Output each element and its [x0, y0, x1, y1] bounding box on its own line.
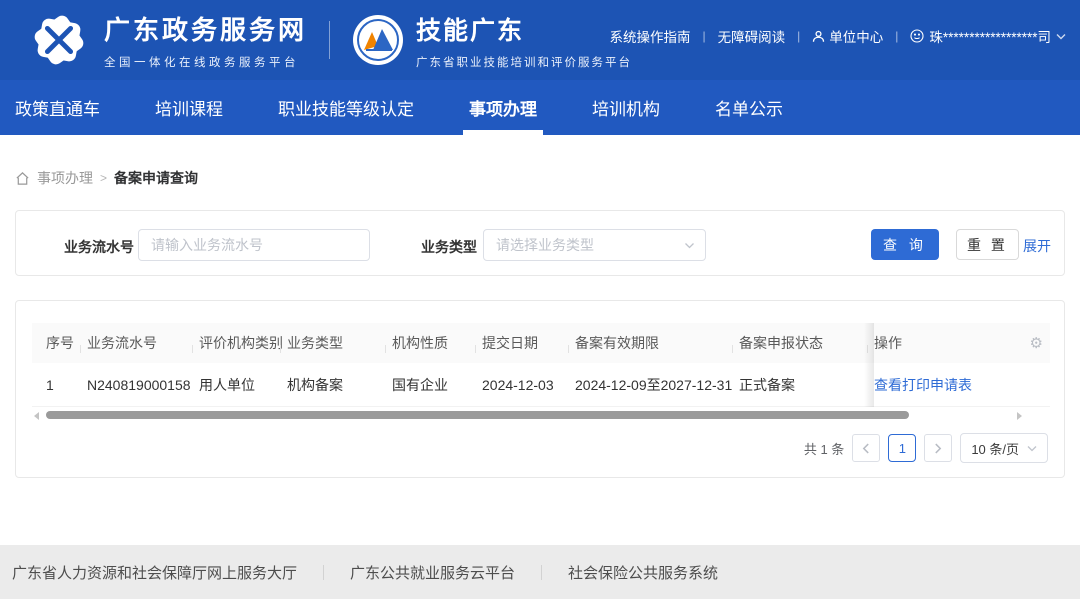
chevron-left-icon [862, 443, 870, 454]
cell-index: 1 [32, 377, 87, 393]
nav-item-label: 名单公示 [715, 95, 783, 120]
horizontal-scrollbar [32, 410, 1050, 420]
col-header-index: 序号 [32, 333, 87, 353]
cell-org-nature: 国有企业 [392, 375, 482, 395]
col-header-org-nature: 机构性质 [392, 333, 482, 353]
query-button[interactable]: 查 询 [871, 229, 939, 260]
platform-badge-logo [352, 14, 404, 66]
footer: 广东省人力资源和社会保障厅网上服务大厅 广东公共就业服务云平台 社会保险公共服务… [0, 545, 1080, 599]
col-header-submit-date: 提交日期 [482, 333, 575, 353]
col-header-business-type: 业务类型 [287, 333, 392, 353]
nav-item-policy[interactable]: 政策直通车 [15, 80, 100, 135]
footer-link-employment-cloud[interactable]: 广东公共就业服务云平台 [350, 562, 515, 583]
header-link-divider: | [703, 29, 706, 43]
pagination-total: 共 1 条 [804, 439, 844, 458]
pagination: 共 1 条 1 10 条/页 [804, 433, 1048, 463]
breadcrumb: 事项办理 > 备案申请查询 [15, 168, 198, 188]
col-header-validity: 备案有效期限 [575, 333, 739, 353]
breadcrumb-current: 备案申请查询 [114, 168, 198, 188]
unit-center-link[interactable]: 单位中心 [812, 26, 883, 46]
user-menu[interactable]: 珠******************司 [910, 26, 1066, 46]
chevron-right-icon [934, 443, 942, 454]
table-header-row: 序号 业务流水号 评价机构类别 业务类型 机构性质 提交日期 备案有效期限 备案… [32, 323, 1050, 363]
logo-divider [329, 21, 330, 59]
page-size-value: 10 条/页 [971, 439, 1019, 458]
platform-title: 技能广东 [416, 11, 632, 47]
home-icon [15, 171, 30, 186]
view-print-application-link[interactable]: 查看打印申请表 [874, 375, 972, 395]
breadcrumb-section[interactable]: 事项办理 [37, 168, 93, 188]
serial-number-input[interactable] [138, 229, 370, 261]
table-row: 1 N240819000158 用人单位 机构备案 国有企业 2024-12-0… [32, 363, 1050, 407]
cell-serial: N240819000158 [87, 377, 199, 393]
chevron-down-icon [1056, 33, 1066, 40]
chevron-down-icon [1027, 445, 1037, 452]
column-settings-gear-icon[interactable]: ⚙ [1030, 334, 1043, 352]
platform-subtitle: 广东省职业技能培训和评价服务平台 [416, 54, 632, 70]
cell-status: 正式备案 [739, 375, 874, 395]
cell-org-category: 用人单位 [199, 375, 287, 395]
business-type-label: 业务类型 [421, 237, 477, 257]
next-page-button[interactable] [924, 434, 952, 462]
nav-item-public-list[interactable]: 名单公示 [715, 80, 783, 135]
user-name: 珠******************司 [929, 26, 1051, 46]
header-link-divider: | [797, 29, 800, 43]
system-guide-link[interactable]: 系统操作指南 [610, 26, 691, 46]
page: 广东政务服务网 全国一体化在线政务服务平台 技能广东 广东省职业技能培训和评价服… [0, 0, 1080, 599]
search-panel: 业务流水号 业务类型 请选择业务类型 查 询 重 置 展开 [15, 210, 1065, 276]
cell-business-type: 机构备案 [287, 375, 392, 395]
footer-divider [541, 565, 542, 580]
cell-validity: 2024-12-09至2027-12-31 [575, 375, 739, 395]
serial-number-label: 业务流水号 [64, 237, 134, 257]
page-size-select[interactable]: 10 条/页 [960, 433, 1048, 463]
business-type-select[interactable]: 请选择业务类型 [483, 229, 706, 261]
footer-link-hr-hall[interactable]: 广东省人力资源和社会保障厅网上服务大厅 [12, 562, 297, 583]
col-header-actions-label: 操作 [874, 333, 902, 353]
footer-link-social-insurance[interactable]: 社会保险公共服务系统 [568, 562, 718, 583]
col-header-status: 备案申报状态 [739, 333, 874, 353]
expand-link[interactable]: 展开 [1023, 236, 1051, 256]
nav-item-label: 政策直通车 [15, 95, 100, 120]
prev-page-button[interactable] [852, 434, 880, 462]
breadcrumb-separator: > [100, 171, 107, 185]
person-icon [812, 30, 825, 43]
nav-item-courses[interactable]: 培训课程 [155, 80, 223, 135]
cell-actions: 查看打印申请表 [874, 375, 1051, 395]
nav-item-skill-certification[interactable]: 职业技能等级认定 [278, 80, 414, 135]
col-header-actions: 操作 ⚙ [874, 333, 1051, 353]
scroll-right-arrow-icon[interactable] [1017, 412, 1022, 420]
scrollbar-thumb[interactable] [46, 411, 909, 419]
header-link-divider: | [895, 29, 898, 43]
col-header-org-category: 评价机构类别 [199, 333, 287, 353]
accessibility-link[interactable]: 无障碍阅读 [718, 26, 786, 46]
cell-submit-date: 2024-12-03 [482, 377, 575, 393]
nav-item-label: 培训机构 [592, 95, 660, 120]
site-titles: 广东政务服务网 全国一体化在线政务服务平台 [104, 10, 307, 70]
results-panel: 序号 业务流水号 评价机构类别 业务类型 机构性质 提交日期 备案有效期限 备案… [15, 300, 1065, 478]
nav-item-matters[interactable]: 事项办理 [469, 80, 537, 135]
nav-item-label: 职业技能等级认定 [278, 95, 414, 120]
page-number-button[interactable]: 1 [888, 434, 916, 462]
avatar-icon [910, 29, 924, 43]
reset-button[interactable]: 重 置 [956, 229, 1019, 260]
header-links: 系统操作指南 | 无障碍阅读 | 单位中心 | 珠************ [610, 26, 1066, 46]
business-type-placeholder: 请选择业务类型 [496, 235, 594, 255]
nav-item-label: 事项办理 [469, 95, 537, 120]
nav-item-label: 培训课程 [155, 95, 223, 120]
gov-pinwheel-logo [28, 9, 90, 71]
footer-divider [323, 565, 324, 580]
scroll-left-arrow-icon[interactable] [34, 412, 39, 420]
nav-item-training-orgs[interactable]: 培训机构 [592, 80, 660, 135]
main-nav: 政策直通车 培训课程 职业技能等级认定 事项办理 培训机构 名单公示 [0, 80, 1080, 135]
site-title: 广东政务服务网 [104, 10, 307, 47]
chevron-down-icon [684, 242, 695, 249]
site-header: 广东政务服务网 全国一体化在线政务服务平台 技能广东 广东省职业技能培训和评价服… [0, 0, 1080, 80]
platform-titles: 技能广东 广东省职业技能培训和评价服务平台 [416, 11, 632, 70]
col-header-serial: 业务流水号 [87, 333, 199, 353]
site-subtitle: 全国一体化在线政务服务平台 [104, 54, 307, 70]
results-table: 序号 业务流水号 评价机构类别 业务类型 机构性质 提交日期 备案有效期限 备案… [32, 323, 1050, 407]
logo-area: 广东政务服务网 全国一体化在线政务服务平台 技能广东 广东省职业技能培训和评价服… [28, 0, 632, 80]
unit-center-label: 单位中心 [829, 26, 883, 46]
